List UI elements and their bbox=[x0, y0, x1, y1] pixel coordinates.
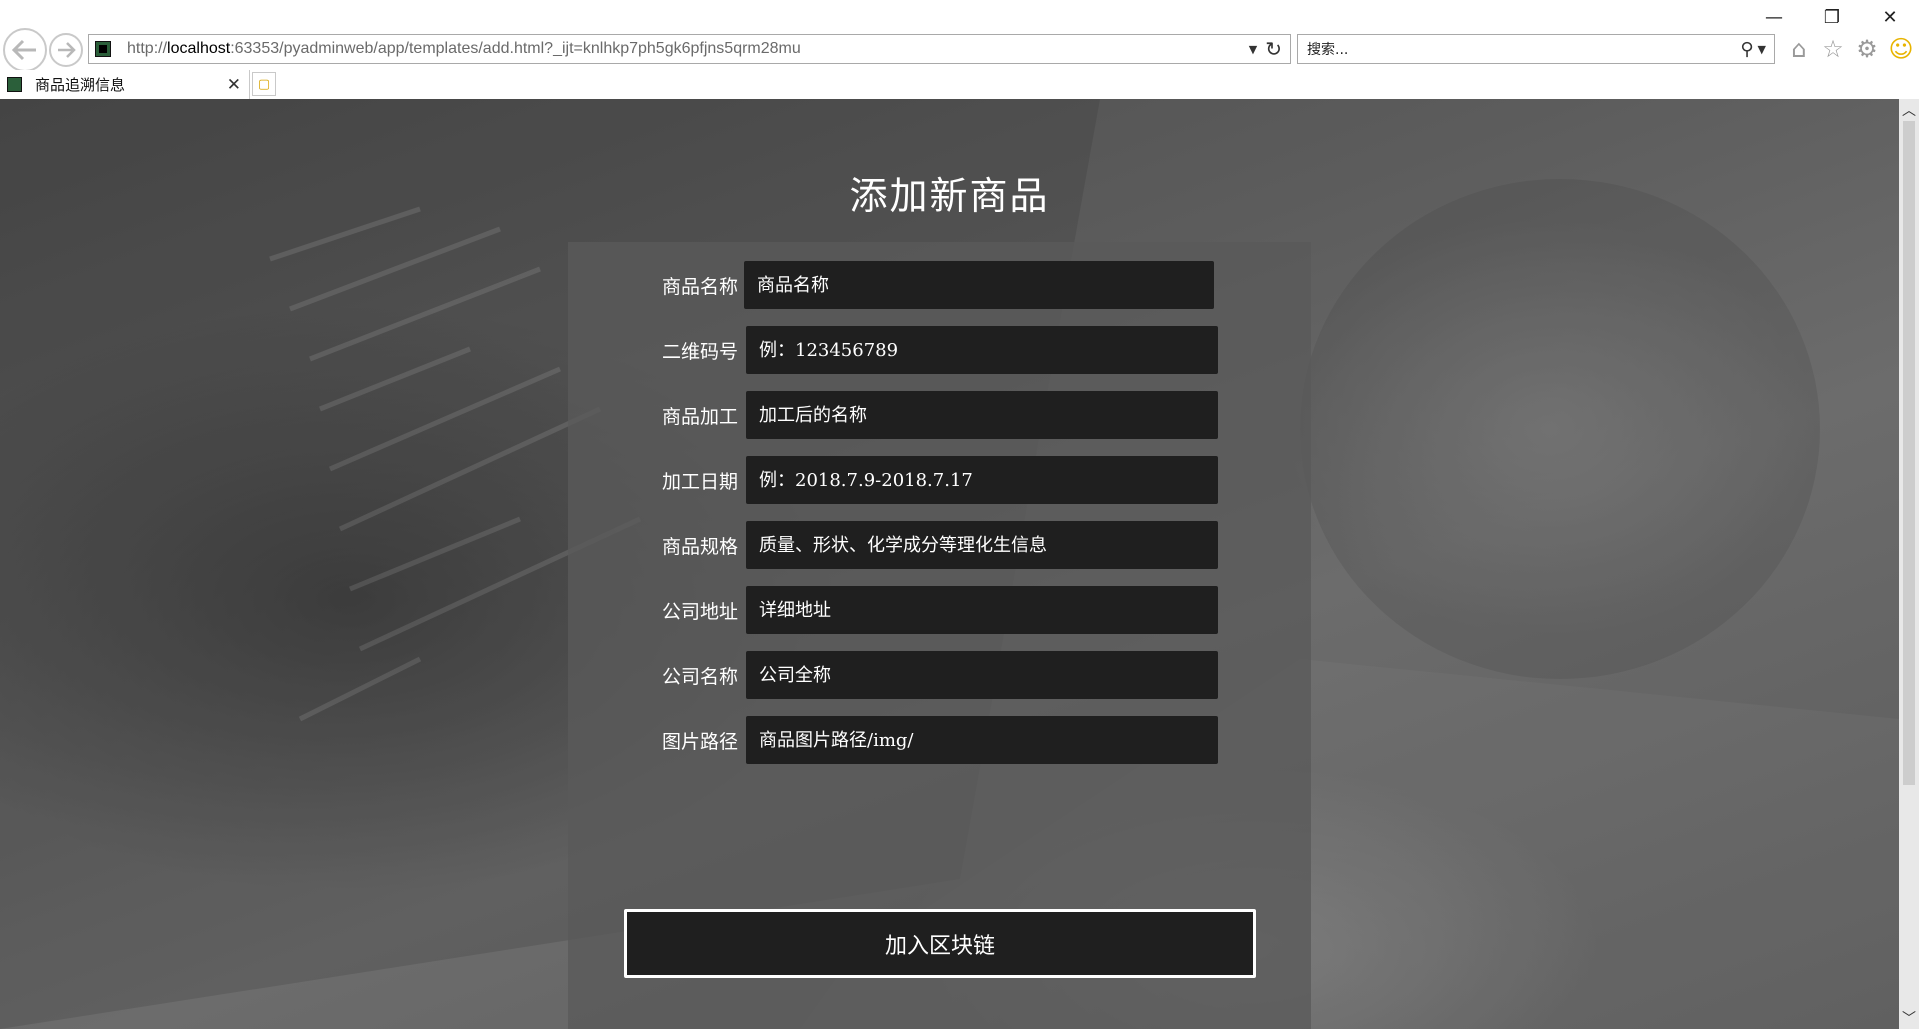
gear-icon[interactable]: ⚙ bbox=[1853, 34, 1881, 64]
forward-arrow-icon bbox=[58, 42, 76, 58]
search-icon[interactable]: ⚲ bbox=[1740, 39, 1753, 60]
field-label: 公司地址 bbox=[662, 600, 739, 623]
browser-chrome: — ❐ ✕ http://localhost:63353/pyadminweb/… bbox=[0, 0, 1919, 99]
field-label: 图片路径 bbox=[662, 730, 739, 753]
forward-button[interactable] bbox=[49, 33, 83, 67]
search-input[interactable]: 搜索... bbox=[1307, 39, 1740, 59]
image-path-input[interactable] bbox=[746, 716, 1218, 764]
back-arrow-icon bbox=[12, 39, 36, 61]
company-name-input[interactable] bbox=[746, 651, 1218, 699]
page-viewport: 添加新商品 商品名称 二维码号 商品加工 加工日期 商品规格 公司地址 公司名称 bbox=[0, 99, 1899, 1029]
add-to-blockchain-button[interactable]: 加入区块链 bbox=[624, 909, 1256, 978]
close-window-button[interactable]: ✕ bbox=[1861, 0, 1919, 34]
search-box[interactable]: 搜索... ⚲ ▼ bbox=[1297, 34, 1775, 64]
tab-close-icon[interactable]: ✕ bbox=[227, 75, 241, 95]
url-rest: :63353/pyadminweb/app/templates/add.html… bbox=[230, 40, 801, 57]
specification-input[interactable] bbox=[746, 521, 1218, 569]
qrcode-input[interactable] bbox=[746, 326, 1218, 374]
form-row-qrcode: 二维码号 bbox=[662, 326, 1218, 374]
vertical-scrollbar[interactable]: ︿ ﹀ bbox=[1899, 99, 1919, 1029]
url-host: localhost bbox=[167, 40, 231, 57]
smiley-icon[interactable]: ☺ bbox=[1887, 34, 1915, 64]
form-row-company-address: 公司地址 bbox=[662, 586, 1218, 634]
field-label: 公司名称 bbox=[662, 665, 739, 688]
field-label: 商品加工 bbox=[662, 405, 739, 428]
processing-input[interactable] bbox=[746, 391, 1218, 439]
address-bar[interactable]: http://localhost:63353/pyadminweb/app/te… bbox=[88, 34, 1291, 64]
tab-favicon-icon bbox=[7, 77, 22, 92]
form-row-specification: 商品规格 bbox=[662, 521, 1218, 569]
scroll-down-icon[interactable]: ﹀ bbox=[1899, 1009, 1919, 1027]
form-row-image-path: 图片路径 bbox=[662, 716, 1218, 764]
form-row-processing-date: 加工日期 bbox=[662, 456, 1218, 504]
tab-title: 商品追溯信息 bbox=[35, 76, 126, 94]
restore-button[interactable]: ❐ bbox=[1803, 0, 1861, 34]
add-product-form: 商品名称 二维码号 商品加工 加工日期 商品规格 公司地址 公司名称 图片路径 bbox=[568, 242, 1311, 1029]
form-row-company-name: 公司名称 bbox=[662, 651, 1218, 699]
form-row-product-name: 商品名称 bbox=[662, 261, 1214, 309]
star-icon[interactable]: ☆ bbox=[1819, 34, 1847, 64]
page-title: 添加新商品 bbox=[849, 174, 1050, 218]
product-name-input[interactable] bbox=[744, 261, 1214, 309]
field-label: 商品名称 bbox=[662, 275, 739, 298]
back-button[interactable] bbox=[3, 28, 47, 72]
window-controls: — ❐ ✕ bbox=[1745, 0, 1919, 34]
processing-date-input[interactable] bbox=[746, 456, 1218, 504]
site-favicon-icon bbox=[95, 41, 111, 57]
url-text[interactable]: http://localhost:63353/pyadminweb/app/te… bbox=[127, 40, 1249, 58]
minimize-button[interactable]: — bbox=[1745, 0, 1803, 34]
refresh-icon[interactable]: ↻ bbox=[1265, 37, 1282, 61]
new-tab-button[interactable]: ▢ bbox=[252, 72, 276, 96]
scroll-up-icon[interactable]: ︿ bbox=[1899, 101, 1919, 119]
scroll-thumb[interactable] bbox=[1903, 121, 1915, 785]
toolbar-icons: ⌂ ☆ ⚙ ☺ bbox=[1785, 34, 1915, 64]
home-icon[interactable]: ⌂ bbox=[1785, 34, 1813, 64]
field-label: 二维码号 bbox=[662, 340, 739, 363]
url-prefix: http:// bbox=[127, 40, 168, 57]
address-dropdown-icon[interactable]: ▼ bbox=[1249, 43, 1257, 56]
tab-active[interactable]: 商品追溯信息 ✕ bbox=[0, 70, 250, 99]
field-label: 加工日期 bbox=[662, 470, 739, 493]
field-label: 商品规格 bbox=[662, 535, 739, 558]
company-address-input[interactable] bbox=[746, 586, 1218, 634]
form-row-processing: 商品加工 bbox=[662, 391, 1218, 439]
search-dropdown-icon[interactable]: ▼ bbox=[1758, 43, 1766, 56]
